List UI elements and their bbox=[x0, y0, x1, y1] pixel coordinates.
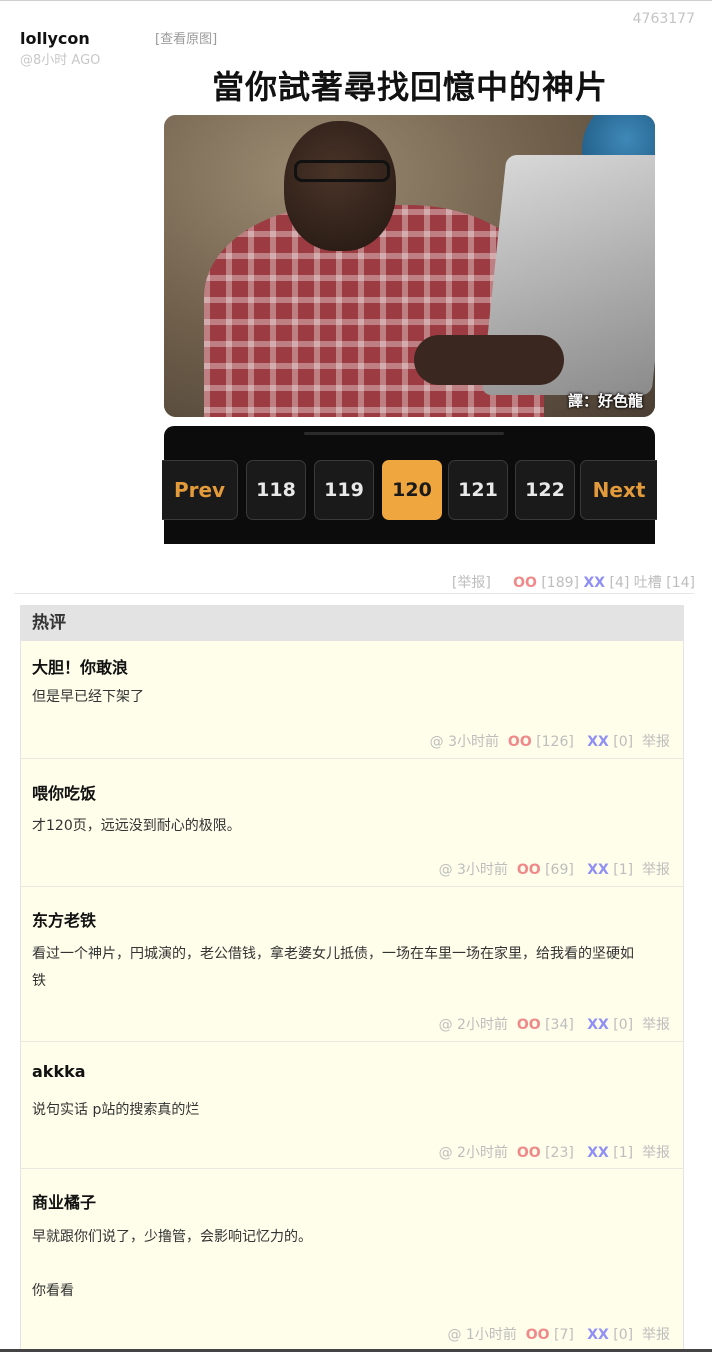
comment-report-link[interactable]: 举报 bbox=[642, 1324, 670, 1344]
comment-author[interactable]: 商业橘子 bbox=[32, 1189, 96, 1213]
comment-time[interactable]: @ 2小时前 bbox=[439, 1014, 508, 1034]
xx-count: [1] bbox=[613, 862, 634, 878]
comment-text: 但是早已经下架了 bbox=[32, 689, 144, 705]
post-author[interactable]: lollycon bbox=[20, 29, 90, 48]
xx-count: [1] bbox=[613, 1145, 634, 1161]
comment-text: 才120页，远远没到耐心的极限。 bbox=[32, 818, 241, 834]
xx-count: [0] bbox=[613, 734, 634, 750]
post-time: @8小时 AGO bbox=[20, 53, 101, 68]
meme-caption: 當你試著尋找回憶中的神片 bbox=[211, 68, 608, 106]
comment-item: akkka 说句实话 p站的搜索真的烂 @ 2小时前 OO [23] XX [1… bbox=[21, 1042, 684, 1169]
head-shape bbox=[284, 121, 396, 251]
oo-button[interactable]: OO bbox=[517, 1145, 541, 1161]
comment-time[interactable]: @ 1小时前 bbox=[447, 1324, 516, 1344]
xx-button[interactable]: XX bbox=[587, 1017, 609, 1033]
comment-report-link[interactable]: 举报 bbox=[642, 1142, 670, 1162]
tucao-link[interactable]: 吐槽 bbox=[634, 572, 662, 592]
pager-page-121: 121 bbox=[448, 460, 508, 520]
comment-author[interactable]: 东方老铁 bbox=[32, 907, 96, 931]
comment-meta: @ 2小时前 OO [23] XX [1] 举报 bbox=[439, 1142, 670, 1162]
comment-author[interactable]: akkka bbox=[32, 1062, 86, 1081]
post-id: 4763177 bbox=[632, 11, 695, 27]
comment-time[interactable]: @ 3小时前 bbox=[439, 859, 508, 879]
report-link[interactable]: [举报] bbox=[452, 572, 491, 592]
comment-text-line-2: 你看看 bbox=[32, 1283, 74, 1299]
oo-count: [189] bbox=[541, 575, 579, 591]
oo-button[interactable]: OO bbox=[508, 734, 532, 750]
post-divider bbox=[14, 593, 694, 594]
oo-count: [23] bbox=[545, 1145, 574, 1161]
meme-photo: 譯：好色龍 bbox=[164, 115, 655, 417]
comment-meta: @ 3小时前 OO [126] XX [0] 举报 bbox=[430, 731, 670, 751]
comment-time[interactable]: @ 2小时前 bbox=[439, 1142, 508, 1162]
oo-button[interactable]: OO bbox=[513, 575, 537, 591]
comment-text-line-1: 看过一个神片，円城演的，老公借钱，拿老婆女儿抵债，一场在车里一场在家里，给我看的… bbox=[32, 946, 634, 962]
pager-page-119: 119 bbox=[314, 460, 374, 520]
tucao-count: [14] bbox=[666, 575, 695, 591]
xx-button[interactable]: XX bbox=[587, 862, 609, 878]
xx-button[interactable]: XX bbox=[587, 1327, 609, 1343]
comment-author[interactable]: 大胆！你敢浪 bbox=[32, 654, 128, 678]
xx-count: [0] bbox=[613, 1327, 634, 1343]
xx-button[interactable]: XX bbox=[583, 575, 605, 591]
hot-comments-section: 热评 大胆！你敢浪 但是早已经下架了 @ 3小时前 OO [126] XX [0… bbox=[20, 605, 684, 1350]
oo-count: [69] bbox=[545, 862, 574, 878]
meme-pager-panel: Prev 118 119 120 121 122 Next bbox=[162, 426, 657, 544]
pager-page-118: 118 bbox=[246, 460, 306, 520]
pager-next: Next bbox=[580, 460, 657, 520]
comment-item: 大胆！你敢浪 但是早已经下架了 @ 3小时前 OO [126] XX [0] 举… bbox=[21, 641, 684, 759]
comment-meta: @ 2小时前 OO [34] XX [0] 举报 bbox=[439, 1014, 670, 1034]
oo-count: [126] bbox=[536, 734, 574, 750]
xx-button[interactable]: XX bbox=[587, 1145, 609, 1161]
xx-button[interactable]: XX bbox=[587, 734, 609, 750]
post-actions: [举报] OO [189] XX [4] 吐槽 [14] bbox=[452, 572, 695, 592]
oo-button[interactable]: OO bbox=[517, 1017, 541, 1033]
comment-text-line-1: 早就跟你们说了，少撸管，会影响记忆力的。 bbox=[32, 1229, 312, 1245]
translator-watermark: 譯：好色龍 bbox=[567, 392, 643, 410]
comment-time[interactable]: @ 3小时前 bbox=[430, 731, 499, 751]
oo-button[interactable]: OO bbox=[517, 862, 541, 878]
xx-count: [4] bbox=[609, 575, 630, 591]
view-original-link[interactable]: [查看原图] bbox=[155, 28, 217, 47]
comment-meta: @ 3小时前 OO [69] XX [1] 举报 bbox=[439, 859, 670, 879]
pager-prev: Prev bbox=[162, 460, 238, 520]
comment-report-link[interactable]: 举报 bbox=[642, 859, 670, 879]
comment-author[interactable]: 喂你吃饭 bbox=[32, 780, 96, 804]
comment-report-link[interactable]: 举报 bbox=[642, 1014, 670, 1034]
comment-text-line-2: 铁 bbox=[32, 973, 46, 989]
hot-comments-title: 热评 bbox=[21, 605, 684, 641]
glasses-shape bbox=[294, 160, 390, 182]
comment-text: 说句实话 p站的搜索真的烂 bbox=[32, 1102, 200, 1118]
comment-item: 东方老铁 看过一个神片，円城演的，老公借钱，拿老婆女儿抵债，一场在车里一场在家里… bbox=[21, 887, 684, 1042]
pager-page-120-current: 120 bbox=[382, 460, 442, 520]
top-border bbox=[0, 0, 712, 1]
oo-count: [34] bbox=[545, 1017, 574, 1033]
oo-button[interactable]: OO bbox=[526, 1327, 550, 1343]
oo-count: [7] bbox=[554, 1327, 574, 1343]
pager-glow bbox=[304, 432, 504, 435]
comment-item: 喂你吃饭 才120页，远远没到耐心的极限。 @ 3小时前 OO [69] XX … bbox=[21, 759, 684, 887]
xx-count: [0] bbox=[613, 1017, 634, 1033]
comment-meta: @ 1小时前 OO [7] XX [0] 举报 bbox=[447, 1324, 670, 1344]
comment-item: 商业橘子 早就跟你们说了，少撸管，会影响记忆力的。 你看看 @ 1小时前 OO … bbox=[21, 1169, 684, 1350]
hands-shape bbox=[414, 335, 564, 385]
pager-page-122: 122 bbox=[515, 460, 575, 520]
comment-report-link[interactable]: 举报 bbox=[642, 731, 670, 751]
